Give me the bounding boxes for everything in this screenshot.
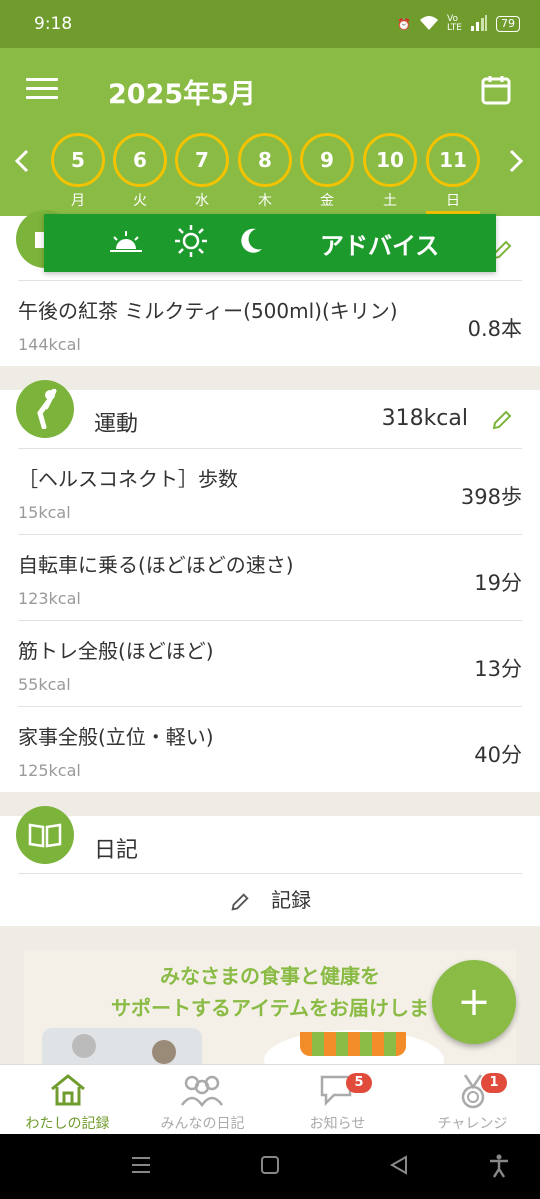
status-icons: ⏰ Vo LTE 79 bbox=[397, 14, 520, 34]
advice-label: アドバイス bbox=[320, 231, 440, 260]
home-icon bbox=[51, 1074, 85, 1106]
wifi-icon bbox=[419, 15, 439, 34]
divider bbox=[18, 873, 522, 874]
day-6[interactable]: 6 火 bbox=[113, 133, 167, 210]
tab-notifications[interactable]: 5 お知らせ bbox=[270, 1065, 405, 1135]
month-title: 2025年5月 bbox=[108, 79, 256, 110]
chevron-left-icon bbox=[14, 149, 29, 173]
calendar-button[interactable] bbox=[480, 74, 512, 106]
list-item[interactable]: 午後の紅茶 ミルクティー(500ml)(キリン) 144kcal 0.8本 bbox=[18, 280, 522, 366]
exercise-card: 運動 318kcal ［ヘルスコネクト］歩数 15kcal 398歩 自転車に乗… bbox=[0, 380, 540, 792]
advice-bar[interactable]: アドバイス bbox=[44, 214, 496, 272]
system-navigation-bar bbox=[0, 1134, 540, 1199]
day-10[interactable]: 10 土 bbox=[363, 133, 417, 210]
alarm-icon: ⏰ bbox=[397, 17, 412, 31]
challenge-badge: 1 bbox=[481, 1073, 507, 1093]
tab-challenge[interactable]: 1 チャレンジ bbox=[405, 1065, 540, 1135]
tab-my-records[interactable]: わたしの記録 bbox=[0, 1065, 135, 1135]
square-icon bbox=[261, 1156, 279, 1174]
home-nav-button[interactable] bbox=[259, 1154, 281, 1180]
back-button[interactable] bbox=[388, 1154, 410, 1180]
section-title-exercise: 運動 bbox=[94, 412, 139, 437]
tab-everyones-diary[interactable]: みんなの日記 bbox=[135, 1065, 270, 1135]
book-icon bbox=[16, 806, 74, 864]
prev-week-button[interactable] bbox=[14, 146, 30, 181]
list-item[interactable]: 家事全般(立位・軽い) 125kcal 40分 bbox=[18, 706, 522, 792]
bottom-tab-bar: わたしの記録 みんなの日記 5 お知らせ 1 チャレンジ bbox=[0, 1064, 540, 1134]
chevron-right-icon bbox=[509, 149, 524, 173]
pencil-icon bbox=[231, 892, 249, 911]
status-bar: 9:18 ⏰ Vo LTE 79 bbox=[0, 0, 540, 48]
sunrise-icon[interactable] bbox=[108, 229, 144, 257]
section-title-diary: 日記 bbox=[94, 838, 139, 863]
back-triangle-icon bbox=[389, 1155, 407, 1175]
edit-exercise-button[interactable] bbox=[490, 408, 514, 432]
list-item[interactable]: 筋トレ全般(ほどほど) 55kcal 13分 bbox=[18, 620, 522, 706]
recents-button[interactable] bbox=[130, 1154, 152, 1180]
add-button[interactable]: + bbox=[432, 960, 516, 1044]
signal-icon bbox=[470, 14, 488, 34]
notification-badge: 5 bbox=[346, 1073, 372, 1093]
day-7[interactable]: 7 水 bbox=[175, 133, 229, 210]
calendar-icon bbox=[481, 76, 511, 105]
battery-indicator: 79 bbox=[496, 16, 520, 32]
accessibility-icon bbox=[490, 1154, 508, 1178]
day-5[interactable]: 5 月 bbox=[51, 133, 105, 210]
awning-image bbox=[300, 1032, 406, 1056]
exercise-icon bbox=[16, 380, 74, 438]
menu-button[interactable] bbox=[26, 78, 58, 102]
day-11-selected[interactable]: 11 日 bbox=[426, 133, 480, 215]
app-header: 2025年5月 5 月 6 火 7 水 8 木 9 金 10 土 11 日 bbox=[0, 48, 540, 216]
pencil-icon bbox=[492, 410, 512, 430]
volte-icon: Vo LTE bbox=[447, 14, 462, 33]
list-item[interactable]: ［ヘルスコネクト］歩数 15kcal 398歩 bbox=[18, 448, 522, 534]
list-item[interactable]: 自転車に乗る(ほどほどの速さ) 123kcal 19分 bbox=[18, 534, 522, 620]
next-week-button[interactable] bbox=[508, 146, 524, 181]
diary-card: 日記 記録 bbox=[0, 806, 540, 926]
people-icon bbox=[180, 1075, 224, 1107]
day-9[interactable]: 9 金 bbox=[300, 133, 354, 210]
exercise-total: 318kcal bbox=[381, 406, 468, 431]
plus-icon: + bbox=[457, 979, 491, 1025]
scale-image bbox=[42, 1028, 202, 1064]
day-selector: 5 月 6 火 7 水 8 木 9 金 10 土 11 日 bbox=[0, 130, 540, 216]
menu-lines-icon bbox=[132, 1157, 150, 1173]
sun-icon[interactable] bbox=[174, 224, 208, 262]
status-time: 9:18 bbox=[34, 14, 73, 34]
accessibility-button[interactable] bbox=[488, 1154, 510, 1182]
diary-record-button[interactable]: 記録 bbox=[0, 884, 540, 913]
moon-icon[interactable] bbox=[238, 227, 264, 259]
day-8[interactable]: 8 木 bbox=[238, 133, 292, 210]
